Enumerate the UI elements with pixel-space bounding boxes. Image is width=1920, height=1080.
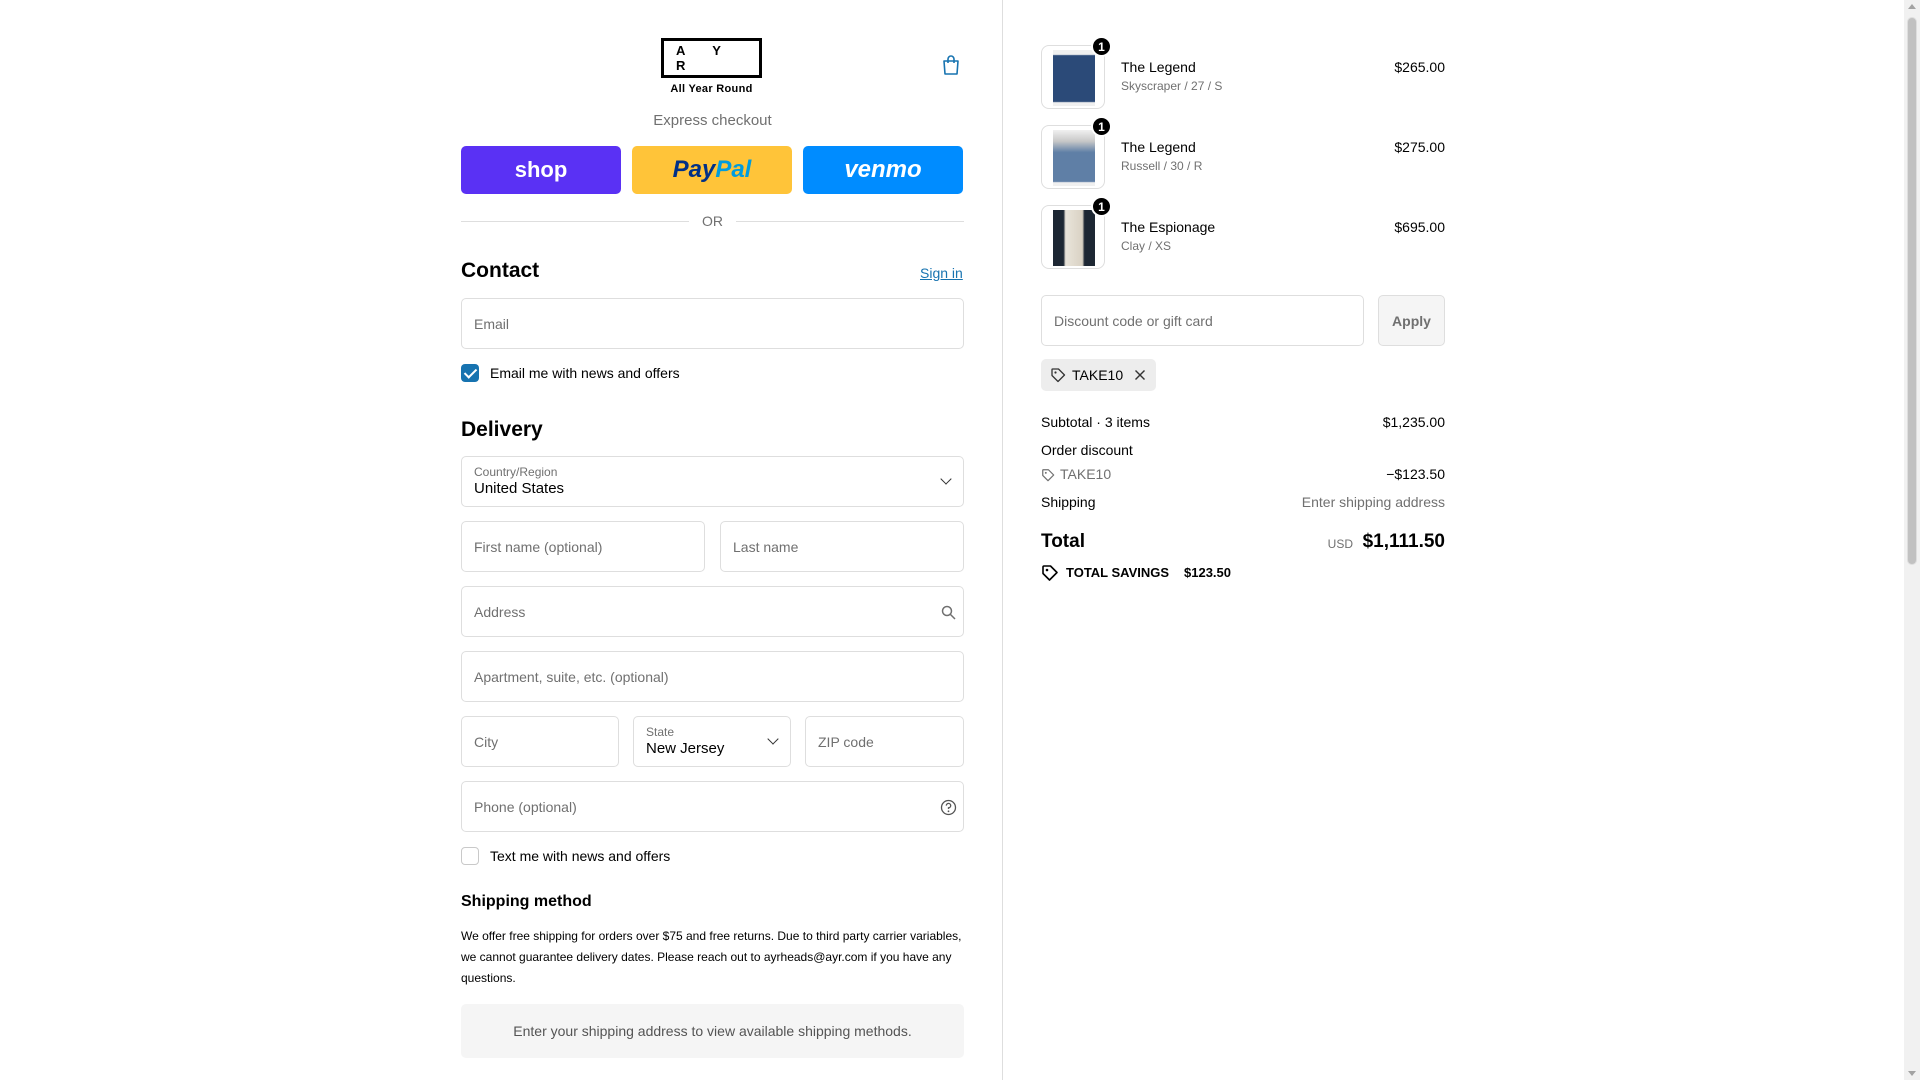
applied-discount-chip: TAKE10	[1041, 359, 1156, 391]
first-name-field[interactable]: First name (optional)	[461, 521, 705, 572]
first-name-placeholder: First name (optional)	[474, 539, 603, 555]
country-value: United States	[474, 480, 565, 497]
apply-discount-button[interactable]: Apply	[1378, 295, 1445, 346]
product-photo	[1053, 210, 1095, 266]
chevron-down-icon	[940, 473, 952, 485]
applied-code: TAKE10	[1072, 367, 1124, 383]
delivery-heading: Delivery	[461, 418, 543, 441]
paypal-button[interactable]: Pay Pal	[632, 146, 792, 194]
item-name: The Legend	[1121, 139, 1196, 155]
email-field[interactable]: Email	[461, 298, 964, 349]
total-row: Total USD $1,111.50	[1041, 531, 1445, 557]
scroll-up-arrow[interactable]	[1908, 4, 1916, 9]
ayr-logo[interactable]: A Y R All Year Round	[661, 38, 762, 98]
text-news-label: Text me with news and offers	[490, 848, 671, 864]
phone-placeholder: Phone (optional)	[474, 799, 577, 815]
product-photo	[1053, 130, 1095, 186]
cart-item: 1 The Legend Russell / 30 / R $275.00	[1041, 116, 1445, 189]
logo-letters: A Y R	[661, 38, 762, 78]
state-value: New Jersey	[646, 740, 725, 757]
item-variant: Skyscraper / 27 / S	[1121, 79, 1223, 93]
apply-label: Apply	[1392, 312, 1431, 329]
tag-icon	[1051, 368, 1066, 383]
express-checkout-label: Express checkout	[653, 112, 772, 129]
city-field[interactable]: City	[461, 716, 619, 767]
paypal-label-a: Pay	[672, 156, 716, 183]
total-value: $1,111.50	[1362, 531, 1445, 552]
total-label: Total	[1041, 531, 1085, 552]
email-news-label: Email me with news and offers	[490, 365, 680, 381]
country-label: Country/Region	[474, 465, 558, 479]
shipping-method-heading: Shipping method	[461, 893, 592, 910]
subtotal-label: Subtotal · 3 items	[1041, 414, 1150, 430]
state-select[interactable]: State New Jersey	[633, 716, 791, 767]
help-icon[interactable]	[940, 799, 957, 816]
apartment-placeholder: Apartment, suite, etc. (optional)	[474, 669, 669, 685]
savings-tag-icon	[1042, 565, 1058, 581]
savings-label: TOTAL SAVINGS	[1066, 565, 1170, 580]
item-price: $275.00	[1394, 139, 1445, 155]
apartment-field[interactable]: Apartment, suite, etc. (optional)	[461, 651, 964, 702]
address-field[interactable]: Address	[461, 586, 964, 637]
order-discount-label: Order discount	[1041, 442, 1133, 458]
shipping-note: We offer free shipping for orders over $…	[461, 929, 962, 985]
or-divider: OR	[461, 212, 964, 230]
quantity-badge: 1	[1091, 36, 1112, 57]
email-placeholder: Email	[474, 316, 510, 332]
state-label: State	[646, 725, 675, 739]
last-name-field[interactable]: Last name	[720, 521, 964, 572]
quantity-badge: 1	[1091, 116, 1112, 137]
subtotal-value: $1,235.00	[1382, 414, 1445, 430]
item-variant: Clay / XS	[1121, 239, 1172, 253]
country-select[interactable]: Country/Region United States	[461, 456, 964, 507]
checkout-form-panel: A Y R All Year Round Express checkout sh…	[0, 0, 1002, 1080]
scrollbar-thumb[interactable]	[1907, 17, 1917, 565]
last-name-placeholder: Last name	[733, 539, 799, 555]
venmo-button[interactable]: venmo	[803, 146, 963, 194]
discount-placeholder: Discount code or gift card	[1054, 313, 1213, 329]
item-price: $265.00	[1394, 59, 1445, 75]
item-name: The Espionage	[1121, 219, 1216, 235]
divider-line-right	[736, 221, 964, 222]
shopping-bag-icon[interactable]	[940, 54, 962, 76]
savings-value: $123.50	[1184, 565, 1231, 580]
tag-icon	[1042, 469, 1055, 482]
quantity-badge: 1	[1091, 196, 1112, 217]
item-name: The Legend	[1121, 59, 1196, 75]
discount-code-input[interactable]: Discount code or gift card	[1041, 295, 1364, 346]
shipping-methods-placeholder: Enter your shipping address to view avai…	[461, 1004, 964, 1058]
logo-subtitle: All Year Round	[670, 83, 753, 95]
address-placeholder: Address	[474, 604, 526, 620]
discount-value: −$123.50	[1386, 466, 1445, 482]
shipping-placeholder-text: Enter your shipping address to view avai…	[513, 1023, 912, 1039]
venmo-label: venmo	[844, 156, 922, 183]
zip-placeholder: ZIP code	[818, 734, 874, 750]
product-photo	[1053, 50, 1095, 106]
text-news-checkbox[interactable]	[461, 847, 479, 865]
page-scrollbar[interactable]	[1904, 0, 1920, 1080]
scroll-down-arrow[interactable]	[1908, 1071, 1916, 1076]
email-news-checkbox[interactable]	[461, 364, 479, 382]
contact-heading: Contact	[461, 259, 540, 282]
search-icon	[941, 605, 956, 620]
shipping-label: Shipping	[1041, 494, 1096, 510]
paypal-label-b: Pal	[715, 156, 752, 183]
shop-pay-button[interactable]: shop	[461, 146, 621, 194]
item-price: $695.00	[1394, 219, 1445, 235]
chevron-down-icon	[767, 733, 779, 745]
currency-code: USD	[1327, 537, 1353, 551]
item-variant: Russell / 30 / R	[1121, 159, 1203, 173]
cart-item: 1 The Legend Skyscraper / 27 / S $265.00	[1041, 36, 1445, 109]
shop-pay-label: shop	[514, 157, 568, 182]
phone-field[interactable]: Phone (optional)	[461, 781, 964, 832]
city-placeholder: City	[474, 734, 499, 750]
zip-field[interactable]: ZIP code	[805, 716, 964, 767]
discount-code-label: TAKE10	[1060, 466, 1112, 482]
sign-in-link[interactable]: Sign in	[920, 265, 963, 281]
close-icon[interactable]	[1133, 368, 1147, 382]
cart-item: 1 The Espionage Clay / XS $695.00	[1041, 196, 1445, 269]
shipping-value: Enter shipping address	[1301, 494, 1445, 510]
